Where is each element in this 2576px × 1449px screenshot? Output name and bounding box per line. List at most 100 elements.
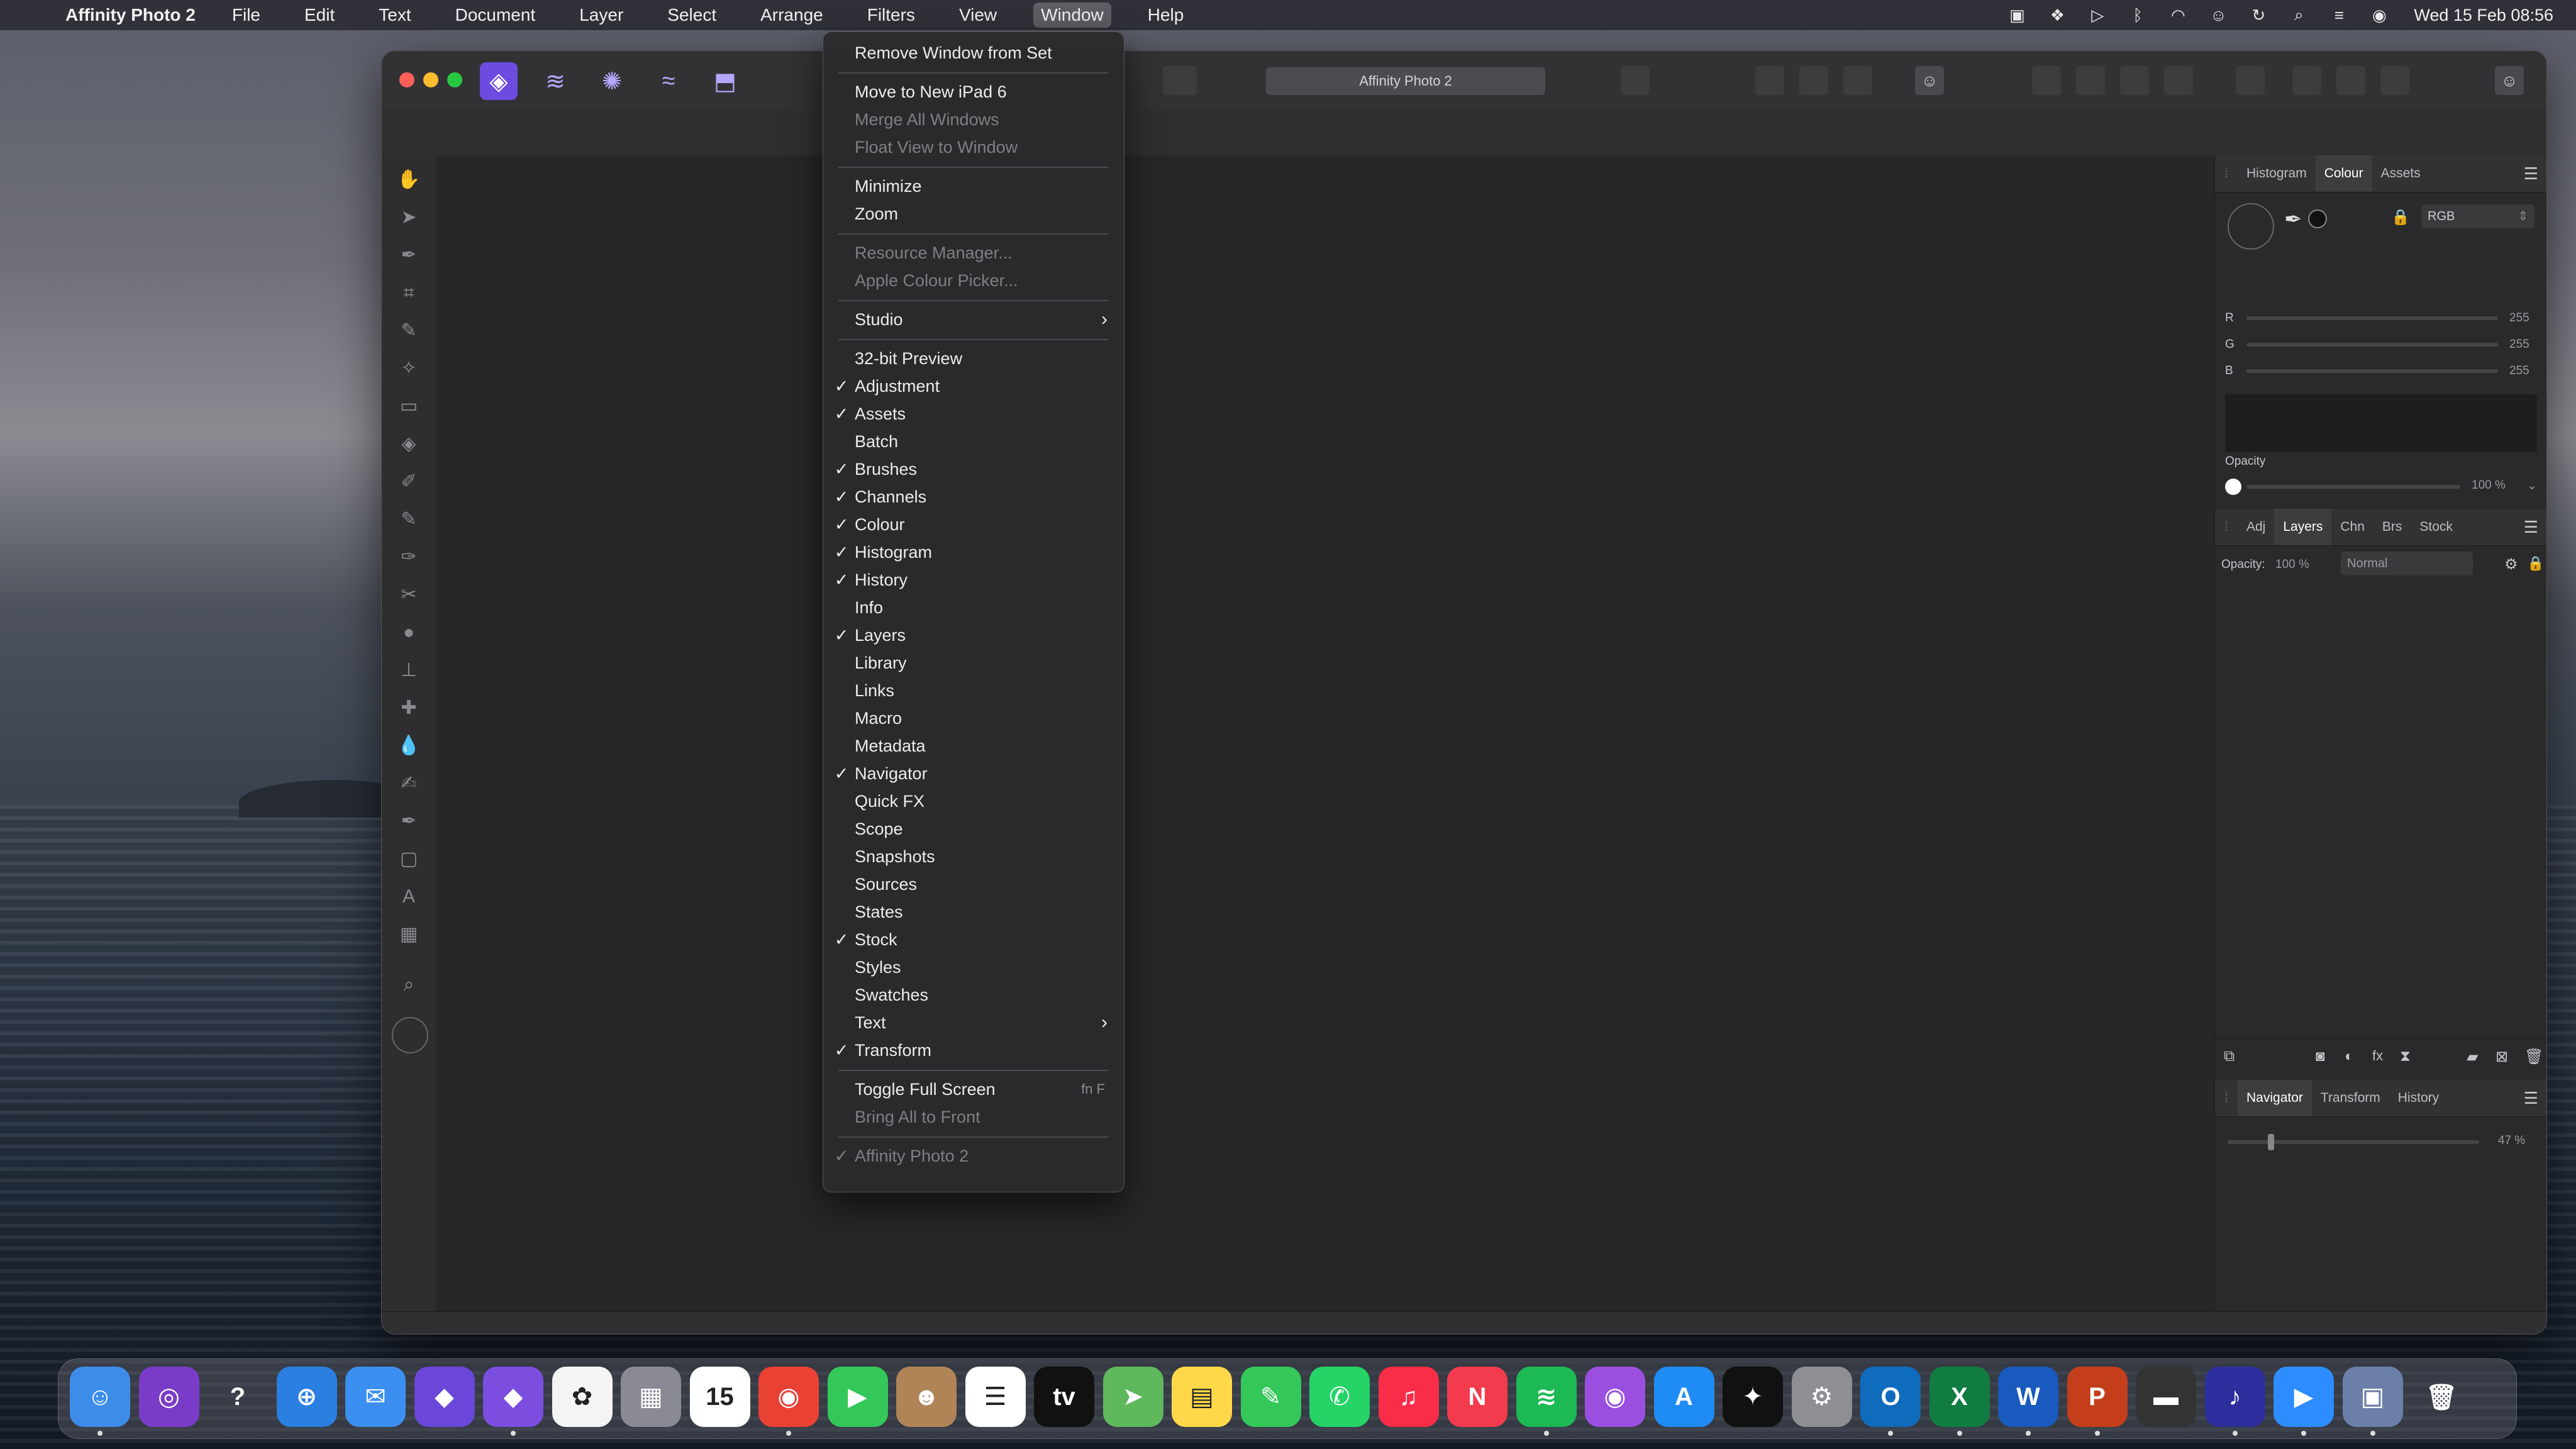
arrange-icon[interactable] bbox=[2032, 66, 2061, 95]
opacity-value[interactable]: 100 % bbox=[2472, 479, 2506, 492]
layer-duplicate-icon[interactable]: ⧉ bbox=[2224, 1048, 2235, 1065]
user-icon[interactable]: ☺ bbox=[2207, 4, 2229, 26]
layer-settings-icon[interactable]: ⚙ bbox=[2504, 555, 2518, 574]
hand-tool-icon[interactable]: ✋ bbox=[397, 168, 421, 192]
add-pixel-layer-icon[interactable]: ⊠ bbox=[2496, 1048, 2508, 1066]
keeper-icon[interactable]: ✦ bbox=[1723, 1367, 1783, 1427]
toolbar-button[interactable] bbox=[1168, 66, 1197, 95]
fill-swatch[interactable] bbox=[2308, 209, 2327, 228]
tab-colour[interactable]: Colour bbox=[2315, 155, 2372, 192]
outlook-icon[interactable]: O bbox=[1860, 1367, 1921, 1427]
align-icon[interactable] bbox=[2236, 66, 2265, 95]
snapping-icon[interactable] bbox=[1755, 66, 1784, 95]
menu-item-toggle-full-screen[interactable]: Toggle Full Screen fn F bbox=[823, 1076, 1124, 1102]
wifi-icon[interactable]: ◠ bbox=[2167, 4, 2189, 26]
menu-item-studio[interactable]: Studio › bbox=[823, 306, 1124, 333]
text-tool-icon[interactable]: A bbox=[397, 885, 421, 909]
account-icon[interactable]: ☺ bbox=[2495, 66, 2524, 95]
menu-item-adjustment[interactable]: ✓ Adjustment bbox=[823, 373, 1124, 399]
tab-assets[interactable]: Assets bbox=[2372, 155, 2429, 192]
menu-item-scope[interactable]: Scope bbox=[823, 816, 1124, 842]
photos-icon[interactable]: ✿ bbox=[552, 1367, 613, 1427]
menu-item-histogram[interactable]: ✓ Histogram bbox=[823, 539, 1124, 565]
channel-g-slider[interactable] bbox=[2246, 343, 2498, 347]
menu-bar-clock[interactable]: Wed 15 Feb 08:56 bbox=[2414, 6, 2553, 25]
toolbar-button[interactable] bbox=[1621, 66, 1650, 95]
appletv-icon[interactable]: tv bbox=[1034, 1367, 1094, 1427]
menu-filters[interactable]: Filters bbox=[860, 3, 923, 28]
maps-icon[interactable]: ➤ bbox=[1102, 1367, 1163, 1427]
boolean-icon[interactable] bbox=[2292, 66, 2321, 95]
zoom-tool-icon[interactable]: ⌕ bbox=[397, 973, 421, 997]
liquify-persona-icon[interactable]: ≋ bbox=[536, 62, 574, 100]
menu-item-layers[interactable]: ✓ Layers bbox=[823, 622, 1124, 648]
menu-item-sources[interactable]: Sources bbox=[823, 871, 1124, 897]
flood-fill-tool-icon[interactable]: ◈ bbox=[397, 432, 421, 456]
chrome-icon[interactable]: ◉ bbox=[758, 1367, 819, 1427]
boolean-icon[interactable] bbox=[2380, 66, 2409, 95]
reminders-icon[interactable]: ☰ bbox=[965, 1367, 1026, 1427]
paint-brush-tool-icon[interactable]: ✐ bbox=[397, 470, 421, 494]
navigator-zoom-slider[interactable] bbox=[2228, 1140, 2479, 1144]
close-window-button[interactable] bbox=[399, 72, 414, 87]
selection-brush-tool-icon[interactable]: ✎ bbox=[397, 319, 421, 343]
lock-icon[interactable]: 🔒 bbox=[2391, 208, 2410, 226]
panel-menu-icon[interactable]: ☰ bbox=[2524, 518, 2538, 537]
colour-picker-tool-icon[interactable]: ✒ bbox=[397, 243, 421, 267]
app-menu[interactable]: Affinity Photo 2 bbox=[65, 5, 196, 25]
finder-icon[interactable]: ☺ bbox=[70, 1367, 130, 1427]
menu-item-history[interactable]: ✓ History bbox=[823, 567, 1124, 593]
tab-chn[interactable]: Chn bbox=[2331, 509, 2373, 545]
menu-item-channels[interactable]: ✓ Channels bbox=[823, 484, 1124, 510]
menu-item-info[interactable]: Info bbox=[823, 594, 1124, 621]
panel-grip-icon[interactable]: ⁞ bbox=[2215, 1091, 2238, 1106]
channel-r-slider[interactable] bbox=[2246, 316, 2498, 320]
bluetooth-icon[interactable]: ᛒ bbox=[2127, 4, 2148, 26]
time-machine-icon[interactable]: ↻ bbox=[2248, 4, 2269, 26]
colour-wheel-icon[interactable] bbox=[2228, 203, 2274, 250]
tab-histogram[interactable]: Histogram bbox=[2238, 155, 2316, 192]
launchpad-icon[interactable]: ▦ bbox=[621, 1367, 681, 1427]
help-icon[interactable]: ? bbox=[208, 1367, 268, 1427]
menu-item-snapshots[interactable]: Snapshots bbox=[823, 843, 1124, 870]
tab-history[interactable]: History bbox=[2389, 1080, 2448, 1116]
minimize-window-button[interactable] bbox=[423, 72, 438, 87]
menu-item-metadata[interactable]: Metadata bbox=[823, 733, 1124, 759]
menu-edit[interactable]: Edit bbox=[297, 3, 342, 28]
menu-item-batch[interactable]: Batch bbox=[823, 428, 1124, 455]
healing-tool-icon[interactable]: ✚ bbox=[397, 696, 421, 720]
whatsapp-icon[interactable]: ✆ bbox=[1309, 1367, 1370, 1427]
contacts-icon[interactable]: ☻ bbox=[896, 1367, 957, 1427]
navigator-zoom-value[interactable]: 47 % bbox=[2498, 1134, 2525, 1148]
layer-lock-icon[interactable]: 🔒 bbox=[2527, 555, 2544, 572]
tab-transform[interactable]: Transform bbox=[2312, 1080, 2389, 1116]
group-folder-icon[interactable]: ▰ bbox=[2467, 1048, 2478, 1066]
menu-view[interactable]: View bbox=[952, 3, 1004, 28]
menu-item-quick-fx[interactable]: Quick FX bbox=[823, 788, 1124, 814]
menu-text[interactable]: Text bbox=[371, 3, 418, 28]
marquee-tool-icon[interactable]: ▭ bbox=[397, 394, 421, 418]
tab-layers[interactable]: Layers bbox=[2274, 509, 2332, 545]
channel-b-slider[interactable] bbox=[2246, 369, 2498, 373]
tab-navigator[interactable]: Navigator bbox=[2238, 1080, 2312, 1116]
menu-select[interactable]: Select bbox=[660, 3, 724, 28]
tab-brs[interactable]: Brs bbox=[2373, 509, 2411, 545]
siri-menubar-icon[interactable]: ◉ bbox=[2368, 4, 2390, 26]
menu-item-minimize[interactable]: Minimize bbox=[823, 173, 1124, 199]
blend-mode-select[interactable]: Normal bbox=[2341, 552, 2473, 575]
arrange-icon[interactable] bbox=[2120, 66, 2149, 95]
panel-grip-icon[interactable]: ⁞ bbox=[2215, 519, 2238, 535]
menu-item-styles[interactable]: Styles bbox=[823, 954, 1124, 980]
control-center-icon[interactable]: ≡ bbox=[2328, 4, 2350, 26]
system-settings-icon[interactable]: ⚙ bbox=[1791, 1367, 1852, 1427]
blur-tool-icon[interactable]: ● bbox=[397, 621, 421, 645]
mask-layer-icon[interactable]: ◙ bbox=[2316, 1048, 2325, 1065]
delete-layer-icon[interactable]: 🗑 bbox=[2524, 1048, 2543, 1066]
tab-adj[interactable]: Adj bbox=[2238, 509, 2274, 545]
colour-swatch-icon[interactable] bbox=[392, 1017, 428, 1053]
menu-item-library[interactable]: Library bbox=[823, 650, 1124, 676]
move-tool-icon[interactable]: ➤ bbox=[397, 206, 421, 230]
channel-g-value[interactable]: 255 bbox=[2509, 338, 2529, 352]
colour-picker-icon[interactable]: ✒ bbox=[2284, 207, 2302, 232]
safari-icon[interactable]: ⊕ bbox=[276, 1367, 337, 1427]
